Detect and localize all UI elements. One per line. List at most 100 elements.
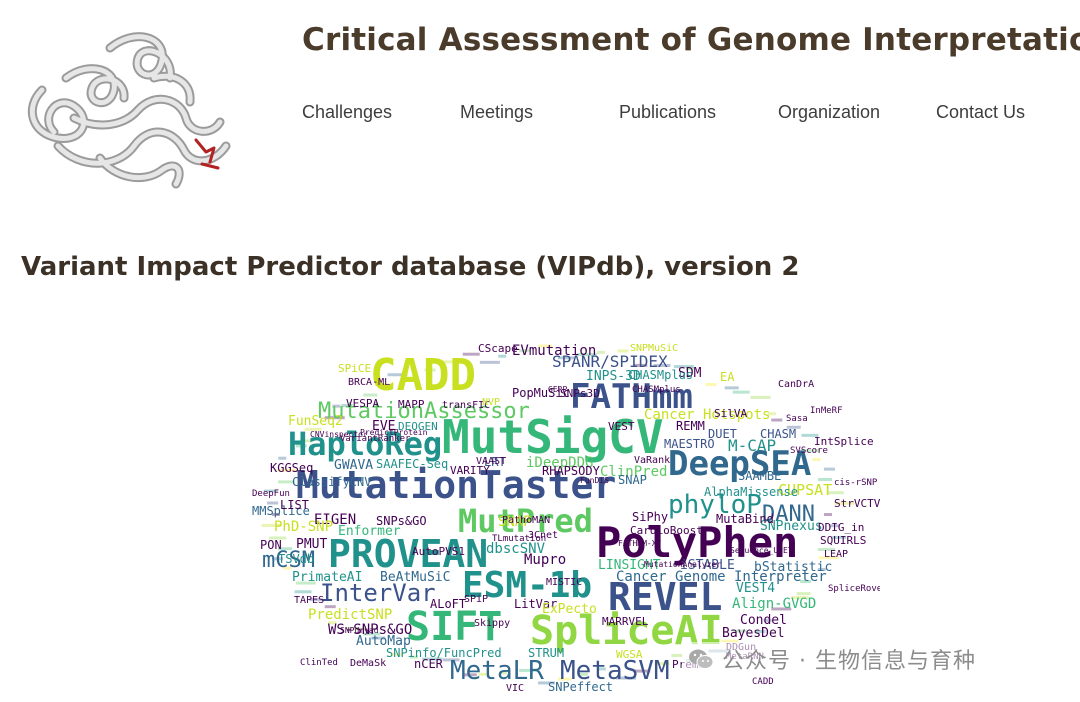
- cloud-word-gwava: GWAVA: [334, 458, 373, 473]
- cloud-word-demask: DeMaSk: [350, 658, 386, 669]
- cloud-word-vic: VIC: [506, 683, 524, 694]
- cloud-word-mistic: MISTIC: [546, 577, 582, 588]
- cloud-word-leap: LEAP: [824, 549, 848, 560]
- cloud-word-m-cap: M-CAP: [728, 436, 776, 455]
- cloud-word-alphamissense: AlphaMissense: [704, 485, 798, 499]
- cloud-word-saambe: SAAMBE: [738, 469, 781, 483]
- cloud-word-ncer: nCER: [414, 657, 444, 671]
- cloud-word-pathoman: PathoMAN: [502, 515, 550, 526]
- cloud-word-vest: VEST: [608, 420, 635, 433]
- cloud-word-ea: EA: [720, 370, 735, 384]
- cloud-word-metalr: MetaLR: [450, 656, 544, 686]
- cloud-word-tsvdb: TSVdb: [278, 552, 314, 566]
- cloud-word-saafec-seq: SAAFEC-Seq: [376, 457, 448, 471]
- page-heading: Variant Impact Predictor database (VIPdb…: [21, 252, 800, 282]
- predictor-word-cloud: CADD FATHmm MutSigCV HaploReg MutationAssess…: [230, 335, 880, 695]
- cloud-word-silva: SilVA: [714, 407, 747, 420]
- cloud-word-cnvinspector: CNVinspector: [310, 430, 368, 439]
- cloud-word-mutationanalyzer: MutationAnalyzer: [644, 560, 721, 569]
- cloud-word-fathmm-xf: FATHMM-XF: [618, 539, 662, 548]
- cloud-word-sequence-unet: Sequence_UNET: [730, 546, 793, 555]
- word-cloud-filler-mark: [823, 467, 835, 471]
- cloud-word-chasmplus: CHASMplus: [632, 385, 681, 395]
- cloud-word-pon: PON: [260, 538, 282, 552]
- word-cloud-filler-mark: [771, 418, 783, 422]
- word-cloud-filler-mark: [278, 456, 287, 460]
- word-cloud-filler-mark: [479, 360, 500, 364]
- nav-organization[interactable]: Organization: [778, 102, 880, 123]
- cloud-word-splicerover: SpliceRover: [828, 584, 880, 594]
- cloud-word-strvctvre: StrVCTVRE: [834, 497, 880, 510]
- cloud-word-kggseq: KGGSeq: [270, 461, 313, 475]
- cloud-word-primateai: PrimateAI: [292, 570, 362, 585]
- cloud-word-nvp: NVP: [482, 397, 500, 408]
- word-cloud-filler-mark: [724, 386, 739, 390]
- cloud-word-gerp: GERP: [548, 385, 567, 394]
- cloud-word-skippy: Skippy: [474, 618, 510, 629]
- cloud-word-pmut: PMUT: [296, 537, 327, 552]
- cloud-word-inmerf: InMeRF: [810, 406, 843, 416]
- word-cloud-filler-mark: [812, 458, 821, 462]
- cloud-word-bayesdel: BayesDel: [722, 626, 785, 641]
- cloud-word-classifycnv: ClassifyCNV: [292, 475, 371, 489]
- cloud-word-squirls: SQUIRLS: [820, 534, 866, 547]
- cloud-word-beatmusic: BeAtMuSiC: [380, 570, 450, 585]
- word-cloud-filler-mark: [671, 653, 683, 657]
- cloud-word-candra: CanDrA: [778, 379, 814, 390]
- cloud-word-snap: SNAP: [618, 473, 647, 487]
- cloud-word-brca-ml: BRCA-ML: [348, 377, 390, 388]
- wechat-icon: [689, 649, 714, 669]
- cloud-word-cis-rsnp: cis-rSNP: [834, 478, 878, 488]
- cloud-word-siphy: SiPhy: [632, 510, 668, 524]
- cloud-word-snpinfo-funcpred: SNPinfo/FuncPred: [386, 646, 502, 660]
- cloud-word-spip: SPiP: [464, 594, 488, 605]
- cloud-word-strum: STRUM: [528, 646, 564, 660]
- cloud-word-aloft: ALoFT: [430, 597, 466, 611]
- cloud-word-vest4: VEST4: [736, 581, 775, 596]
- cloud-word-list: LIST: [280, 498, 309, 512]
- word-cloud-filler-mark: [824, 513, 832, 516]
- word-cloud-filler-mark: [294, 590, 312, 594]
- nav-contact-us[interactable]: Contact Us: [936, 102, 1025, 123]
- cloud-word-cardioboost: CardioBoost: [630, 524, 703, 537]
- cloud-word-funseq2: FunSeq2: [288, 414, 343, 429]
- nav-publications[interactable]: Publications: [619, 102, 716, 123]
- cloud-word-expecto: ExPecto: [542, 602, 597, 617]
- nav-challenges[interactable]: Challenges: [302, 102, 392, 123]
- cloud-word-sasa: Sasa: [786, 414, 808, 424]
- watermark-text: 公众号 · 生物信息与育种: [722, 649, 976, 674]
- cloud-word-varank: VaRank: [634, 455, 670, 466]
- cloud-word-ddig-in: DDIG_in: [818, 521, 864, 534]
- word-cloud-filler-mark: [705, 383, 717, 387]
- cloud-word-enformer: Enformer: [338, 524, 401, 539]
- word-cloud-canvas: CADD FATHmmMutSigCVHaploRegMutationAssess…: [252, 342, 880, 694]
- cloud-word-deepfun: DeepFun: [252, 489, 290, 499]
- cloud-word-phd-snp: PhD-SNP: [274, 519, 333, 535]
- cloud-word-align-gvgd: Align-GVGD: [732, 596, 816, 612]
- cloud-word-remm: REMM: [676, 419, 705, 433]
- word-cloud-filler-mark: [750, 395, 771, 399]
- cloud-word-chasmplus: CHASMplus: [628, 368, 693, 382]
- site-title[interactable]: Critical Assessment of Genome Interpreta…: [302, 22, 1080, 58]
- watermark: 公众号 · 生物信息与育种: [682, 642, 982, 676]
- cloud-word-cadd: CADD: [370, 350, 476, 401]
- nav-meetings[interactable]: Meetings: [460, 102, 533, 123]
- main-navigation: Challenges Meetings Publications Organiz…: [0, 102, 1080, 128]
- cloud-word-wgsa: WGSA: [616, 648, 643, 661]
- cloud-word-mutabind: MutaBind: [716, 512, 774, 526]
- cloud-word-tapes: TAPES: [294, 595, 324, 606]
- cloud-word-predictprotein: PredictProtein: [360, 428, 428, 437]
- cloud-word-evmutation: EVmutation: [512, 343, 596, 359]
- cloud-word-predictsnp: PredictSNP: [308, 607, 392, 623]
- cloud-word-mapp: MAPP: [398, 398, 425, 411]
- cloud-word-clinted: ClinTed: [300, 658, 338, 668]
- cloud-word-snpeffect: SNPeffect: [548, 680, 613, 694]
- cloud-word-fundis: FunDiS: [580, 476, 609, 485]
- word-cloud-filler-mark: [498, 354, 507, 358]
- cloud-word-cscape: CScape: [478, 342, 518, 355]
- cloud-word-marrvel: MARRVEL: [602, 615, 649, 628]
- cloud-word-cancer-hotspots: Cancer Hotspots: [644, 407, 770, 423]
- cloud-word-svscore: SVScore: [790, 446, 828, 456]
- word-cloud-filler-mark: [732, 390, 750, 394]
- cloud-word-cadd: CADD: [752, 677, 774, 687]
